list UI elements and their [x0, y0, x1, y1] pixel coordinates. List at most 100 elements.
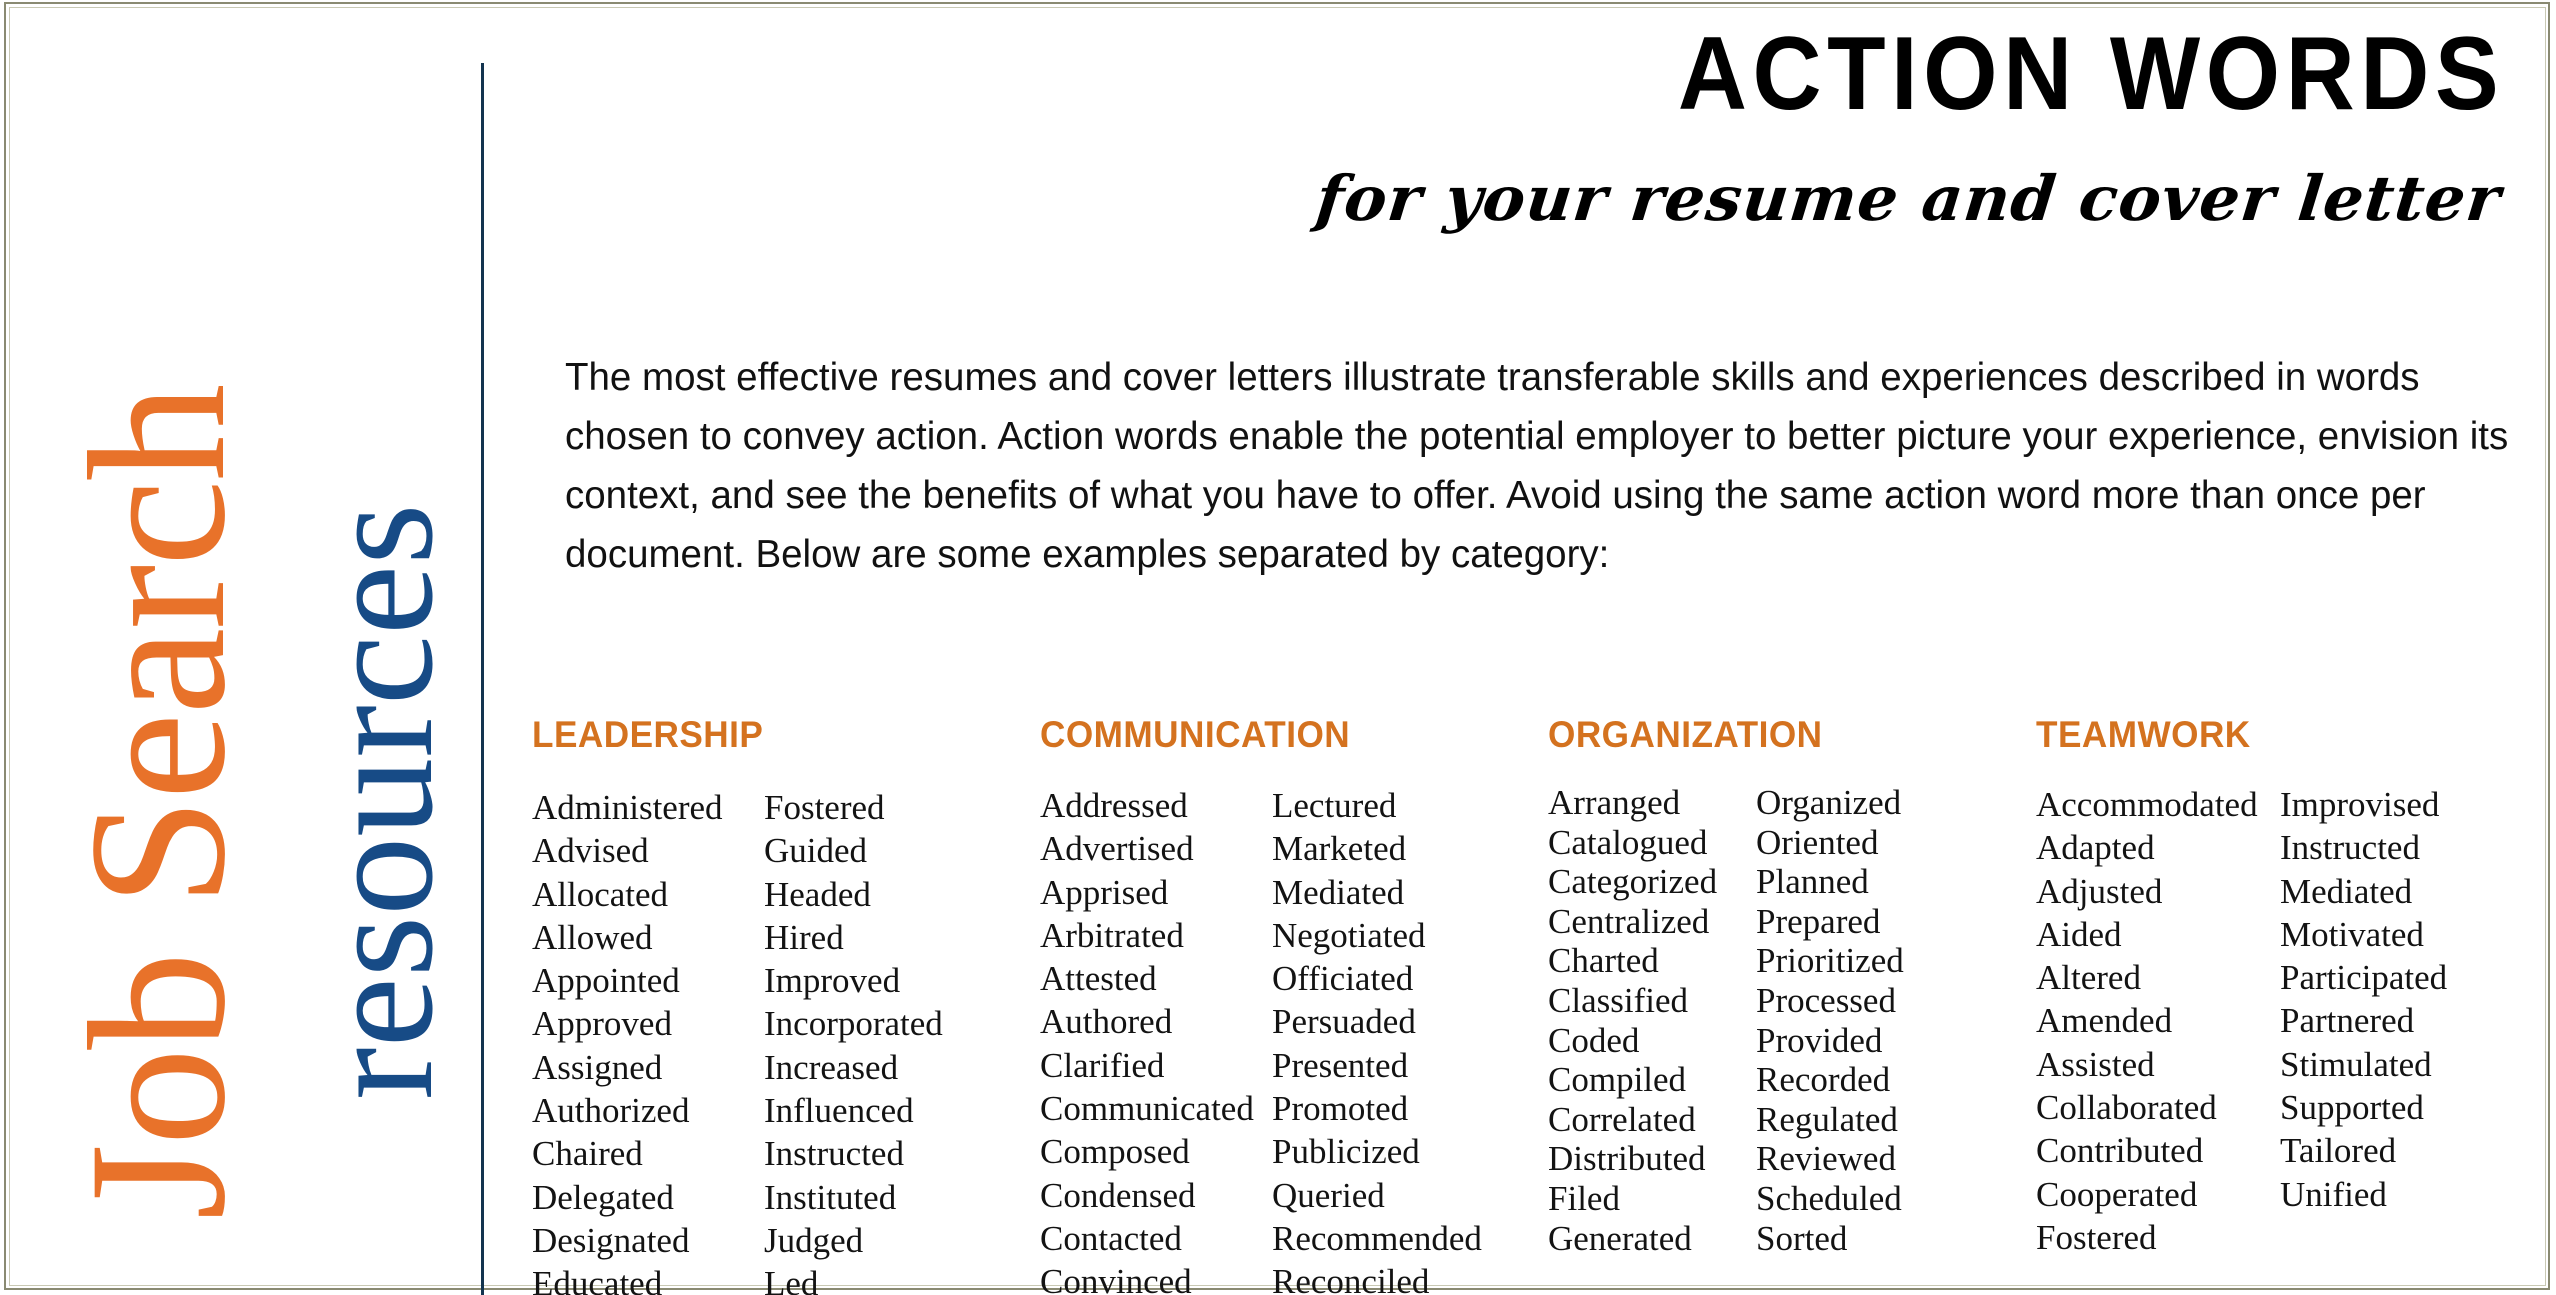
page-subtitle: for your resume and cover letter [1312, 162, 2505, 235]
action-word: Persuaded [1272, 1002, 1416, 1042]
action-word: Categorized [1548, 862, 1718, 902]
action-word: Guided [764, 831, 868, 871]
action-word: Accommodated [2036, 785, 2258, 824]
action-word: Increased [764, 1047, 899, 1087]
category-columns-leadership: Administered Advised Allocated Allowed Appoi… [532, 786, 943, 1295]
action-word: Reconciled [1272, 1262, 1430, 1295]
action-word: Mediated [2280, 871, 2413, 911]
action-word: Prioritized [1756, 941, 1904, 981]
action-word: Improved [764, 961, 901, 1001]
page-title: ACTION WORDS [1677, 16, 2504, 132]
action-word: Amended [2036, 1001, 2173, 1041]
action-word: Regulated [1756, 1099, 1898, 1139]
action-word: Promoted [1272, 1089, 1409, 1129]
action-word: Instituted [764, 1177, 897, 1217]
action-word: Cooperated [2036, 1174, 2198, 1214]
action-word: Sorted [1756, 1218, 1848, 1258]
action-word: Marketed [1272, 829, 1407, 869]
action-word: Allocated [532, 874, 669, 914]
action-word: Presented [1272, 1045, 1409, 1085]
action-word: Headed [764, 874, 871, 914]
brand-sidebar: Job Search resources [0, 0, 482, 1295]
action-word: Contacted [1040, 1218, 1182, 1258]
category-columns-organization: Arranged Catalogued Categorized Centralized… [1548, 783, 1904, 1258]
word-column: Administered Advised Allocated Allowed Appoi… [532, 786, 764, 1295]
action-word: Provided [1756, 1020, 1883, 1060]
vertical-divider-rule [481, 63, 484, 1295]
action-word: Participated [2280, 958, 2448, 998]
action-word: Coded [1548, 1020, 1640, 1060]
action-word: Altered [2036, 958, 2141, 998]
action-word: Advised [532, 831, 649, 871]
action-word: Distributed [1548, 1139, 1706, 1179]
action-word: Convinced [1040, 1262, 1192, 1295]
action-word: Oriented [1756, 822, 1879, 862]
action-word: Planned [1756, 862, 1869, 902]
action-word: Arbitrated [1040, 915, 1184, 955]
action-word: Authored [1040, 1002, 1173, 1042]
action-word: Fostered [764, 788, 885, 827]
action-word: Judged [764, 1220, 864, 1260]
action-word: Centralized [1548, 901, 1710, 941]
category-teamwork: TEAMWORK Accommodated Adapted Adjusted Aided… [2036, 716, 2447, 1259]
action-word: Correlated [1548, 1099, 1696, 1139]
brand-title-job-search: Job Search [49, 385, 266, 1220]
action-word: Recorded [1756, 1060, 1891, 1100]
category-heading-teamwork: TEAMWORK [2036, 714, 2251, 755]
action-word: Aided [2036, 914, 2122, 954]
action-word: Communicated [1040, 1089, 1254, 1129]
action-word: Educated [532, 1264, 663, 1295]
action-word: Recommended [1272, 1218, 1482, 1258]
word-column: Fostered Guided Headed Hired Improved Incorpo… [764, 786, 943, 1295]
action-word: Queried [1272, 1175, 1385, 1215]
action-word: Unified [2280, 1174, 2387, 1214]
category-heading-leadership: LEADERSHIP [532, 714, 764, 755]
action-word: Delegated [532, 1177, 674, 1217]
action-word: Prepared [1756, 901, 1881, 941]
category-heading-communication: COMMUNICATION [1040, 714, 1351, 755]
action-word: Led [764, 1264, 819, 1295]
action-word: Instructed [2280, 828, 2420, 868]
action-word: Condensed [1040, 1175, 1196, 1215]
action-word: Appointed [532, 961, 680, 1001]
word-column: Addressed Advertised Apprised Arbitrated Att… [1040, 784, 1272, 1295]
action-word: Influenced [764, 1091, 914, 1131]
action-word: Chaired [532, 1134, 643, 1174]
action-word: Stimulated [2280, 1044, 2432, 1084]
category-communication: COMMUNICATION Addressed Advertised Apprised… [1040, 716, 1482, 1295]
action-word: Incorporated [764, 1004, 943, 1044]
action-word: Assisted [2036, 1044, 2155, 1084]
word-column: Accommodated Adapted Adjusted Aided Altered A… [2036, 783, 2280, 1259]
action-word: Compiled [1548, 1060, 1687, 1100]
action-word: Contributed [2036, 1131, 2204, 1171]
word-column: Organized Oriented Planned Prepared Prioriti… [1756, 783, 1904, 1258]
action-word: Designated [532, 1220, 690, 1260]
action-word: Adapted [2036, 828, 2155, 868]
action-word: Publicized [1272, 1132, 1420, 1172]
action-word: Assigned [532, 1047, 663, 1087]
category-heading-organization: ORGANIZATION [1548, 714, 1823, 755]
action-word: Classified [1548, 980, 1688, 1020]
action-word: Tailored [2280, 1131, 2397, 1171]
brand-subtitle-resources: resources [291, 503, 466, 1100]
action-word: Authorized [532, 1091, 690, 1131]
action-word: Generated [1548, 1218, 1692, 1258]
action-word: Allowed [532, 917, 653, 957]
action-word: Lectured [1272, 786, 1397, 825]
action-word: Filed [1548, 1178, 1620, 1218]
action-word: Arranged [1548, 783, 1681, 822]
category-organization: ORGANIZATION Arranged Catalogued Categorize… [1548, 716, 1904, 1258]
document-header: ACTION WORDS for your resume and cover l… [520, 0, 2530, 300]
word-column: Improvised Instructed Mediated Motivated Par… [2280, 783, 2447, 1216]
action-word: Composed [1040, 1132, 1190, 1172]
action-word: Fostered [2036, 1217, 2157, 1257]
action-word: Clarified [1040, 1045, 1165, 1085]
intro-paragraph: The most effective resumes and cover let… [565, 356, 2509, 576]
action-word: Charted [1548, 941, 1659, 981]
word-column: Arranged Catalogued Categorized Centralized… [1548, 783, 1756, 1258]
action-word: Scheduled [1756, 1178, 1902, 1218]
action-word: Instructed [764, 1134, 904, 1174]
action-word: Catalogued [1548, 822, 1708, 862]
word-column: Lectured Marketed Mediated Negotiated Offici… [1272, 784, 1482, 1295]
action-word: Processed [1756, 980, 1896, 1020]
